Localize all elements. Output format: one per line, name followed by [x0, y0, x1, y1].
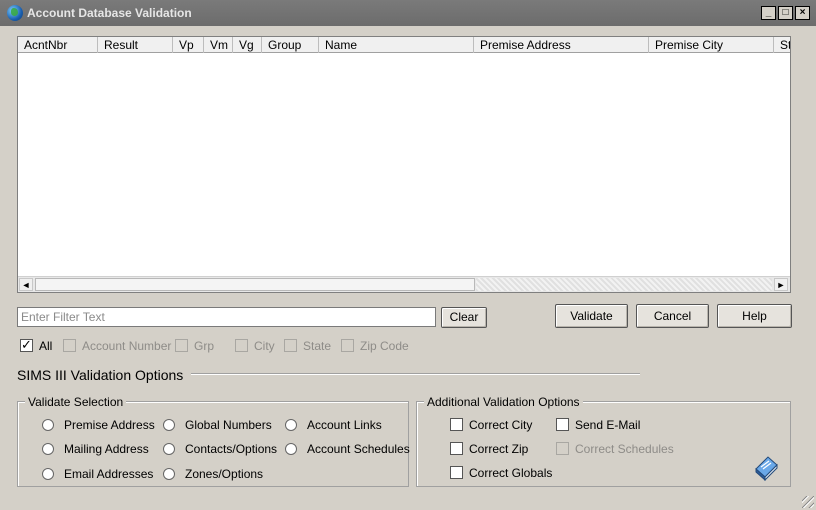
validate-selection-legend: Validate Selection	[25, 395, 127, 409]
validate-button[interactable]: Validate	[555, 304, 628, 328]
clear-button[interactable]: Clear	[441, 307, 487, 328]
radio-mailing-address[interactable]: Mailing Address	[42, 442, 149, 456]
radio-icon	[163, 419, 175, 431]
checkbox-icon	[341, 339, 354, 352]
scroll-thumb[interactable]	[35, 278, 475, 291]
radio-email-addresses[interactable]: Email Addresses	[42, 467, 153, 481]
col-name[interactable]: Name	[319, 37, 474, 53]
cancel-button[interactable]: Cancel	[636, 304, 709, 328]
radio-icon	[42, 468, 54, 480]
radio-premise-address[interactable]: Premise Address	[42, 418, 155, 432]
checkbox-icon	[235, 339, 248, 352]
radio-icon	[285, 443, 297, 455]
scroll-left-icon[interactable]: ◄	[19, 278, 33, 291]
filter-input[interactable]	[17, 307, 436, 327]
filter-all-checkbox[interactable]: All	[20, 337, 52, 353]
radio-global-numbers[interactable]: Global Numbers	[163, 418, 272, 432]
sims-options-title: SIMS III Validation Options	[17, 367, 184, 383]
title-bar[interactable]: Account Database Validation _ □ ×	[0, 0, 816, 26]
checkbox-icon	[450, 466, 463, 479]
radio-account-schedules[interactable]: Account Schedules	[285, 442, 410, 456]
globe-icon	[7, 5, 23, 21]
checkbox-icon	[556, 418, 569, 431]
filter-city-checkbox[interactable]: City	[235, 339, 275, 353]
maximize-button[interactable]: □	[778, 6, 793, 20]
col-premise-address[interactable]: Premise Address	[474, 37, 649, 53]
col-group[interactable]: Group	[262, 37, 319, 53]
col-vp[interactable]: Vp	[173, 37, 204, 53]
checkbox-icon	[284, 339, 297, 352]
scroll-right-icon[interactable]: ►	[774, 278, 788, 291]
help-button[interactable]: Help	[717, 304, 792, 328]
correct-city-checkbox[interactable]: Correct City	[450, 418, 532, 432]
checkbox-icon	[450, 418, 463, 431]
close-button[interactable]: ×	[795, 6, 810, 20]
correct-zip-checkbox[interactable]: Correct Zip	[450, 442, 528, 456]
window-title: Account Database Validation	[27, 6, 192, 20]
filter-account-number-checkbox[interactable]: Account Number	[63, 339, 171, 353]
radio-icon	[163, 443, 175, 455]
radio-icon	[42, 443, 54, 455]
radio-icon	[42, 419, 54, 431]
horizontal-scrollbar[interactable]: ◄ ►	[18, 276, 790, 292]
checkbox-icon	[450, 442, 463, 455]
checkbox-checked-icon	[20, 337, 33, 353]
radio-zones-options[interactable]: Zones/Options	[163, 467, 263, 481]
filter-zip-code-checkbox[interactable]: Zip Code	[341, 339, 409, 353]
checkbox-icon	[175, 339, 188, 352]
radio-icon	[163, 468, 175, 480]
checkbox-icon	[556, 442, 569, 455]
book-icon[interactable]	[752, 453, 780, 481]
minimize-button[interactable]: _	[761, 6, 776, 20]
scroll-track[interactable]	[476, 278, 772, 291]
section-divider	[191, 373, 640, 375]
additional-options-legend: Additional Validation Options	[424, 395, 583, 409]
col-acntnbr[interactable]: AcntNbr	[18, 37, 98, 53]
correct-globals-checkbox[interactable]: Correct Globals	[450, 466, 552, 480]
filter-state-checkbox[interactable]: State	[284, 339, 331, 353]
grid-header: AcntNbr Result Vp Vm Vg Group Name Premi…	[18, 37, 790, 53]
radio-contacts-options[interactable]: Contacts/Options	[163, 442, 277, 456]
col-result[interactable]: Result	[98, 37, 173, 53]
col-vg[interactable]: Vg	[233, 37, 262, 53]
results-grid[interactable]: AcntNbr Result Vp Vm Vg Group Name Premi…	[17, 36, 791, 293]
radio-icon	[285, 419, 297, 431]
radio-account-links[interactable]: Account Links	[285, 418, 382, 432]
col-vm[interactable]: Vm	[204, 37, 233, 53]
account-validation-window: Account Database Validation _ □ × AcntNb…	[0, 0, 816, 510]
checkbox-icon	[63, 339, 76, 352]
col-state[interactable]: St	[774, 37, 790, 53]
filter-grp-checkbox[interactable]: Grp	[175, 339, 214, 353]
resize-grip-icon[interactable]	[802, 496, 814, 508]
correct-schedules-checkbox[interactable]: Correct Schedules	[556, 442, 674, 456]
col-premise-city[interactable]: Premise City	[649, 37, 774, 53]
send-email-checkbox[interactable]: Send E-Mail	[556, 418, 640, 432]
